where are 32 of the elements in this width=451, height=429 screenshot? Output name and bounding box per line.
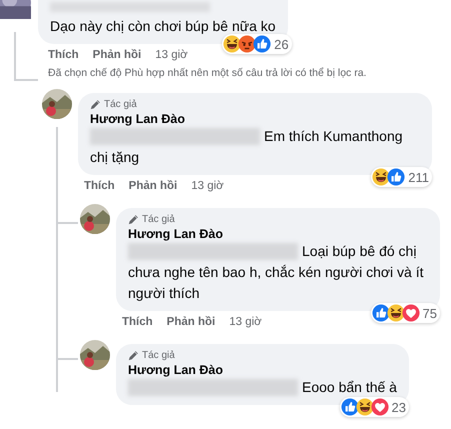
pen-icon xyxy=(128,214,138,224)
reply-text: Loại búp bê đó chị chưa nghe tên bao h, chắc kén người chơi và ít người thích xyxy=(128,241,428,304)
time-link[interactable]: 13 giờ xyxy=(191,180,224,192)
author-name[interactable]: Hương Lan Đào xyxy=(90,112,420,126)
reply-link[interactable]: Phản hồi xyxy=(92,49,142,61)
reply-text: Em thích Kumanthong chị tặng xyxy=(90,126,420,168)
laughing-face-icon xyxy=(223,35,242,53)
filter-notice: Đã chọn chế độ Phù hợp nhất nên một số câu trả lời có thể bị lọc ra. xyxy=(47,66,368,79)
laughing-face-icon xyxy=(356,398,374,416)
author-label: Tác giả xyxy=(104,99,137,110)
time-link[interactable]: 13 giờ xyxy=(229,316,262,328)
author-name[interactable]: Hương Lan Đào xyxy=(128,227,428,241)
author-label: Tác giả xyxy=(142,214,175,225)
time-link[interactable]: 13 giờ xyxy=(155,49,188,61)
pen-icon xyxy=(90,100,100,110)
like-link[interactable]: Thích xyxy=(122,316,153,328)
laughing-face-icon xyxy=(386,304,405,322)
author-name[interactable]: Hương Lan Đào xyxy=(128,363,397,377)
laughing-face-icon xyxy=(372,168,390,186)
like-link[interactable]: Thích xyxy=(84,180,115,192)
reply-link[interactable]: Phản hồi xyxy=(128,180,178,192)
reaction-count: 211 xyxy=(408,170,429,184)
reply-text: Eooo bẩn thế à xyxy=(128,377,397,398)
reaction-count: 75 xyxy=(422,306,437,320)
comment-text: Dạo này chị còn chơi búp bê nữa ko xyxy=(50,18,276,34)
like-link[interactable]: Thích xyxy=(48,49,79,61)
author-label: Tác giả xyxy=(142,350,175,361)
reply-link[interactable]: Phản hồi xyxy=(166,316,216,328)
angry-face-icon xyxy=(238,35,256,53)
reaction-count: 23 xyxy=(392,400,406,414)
pen-icon xyxy=(128,350,138,360)
reaction-count: 26 xyxy=(274,36,289,52)
